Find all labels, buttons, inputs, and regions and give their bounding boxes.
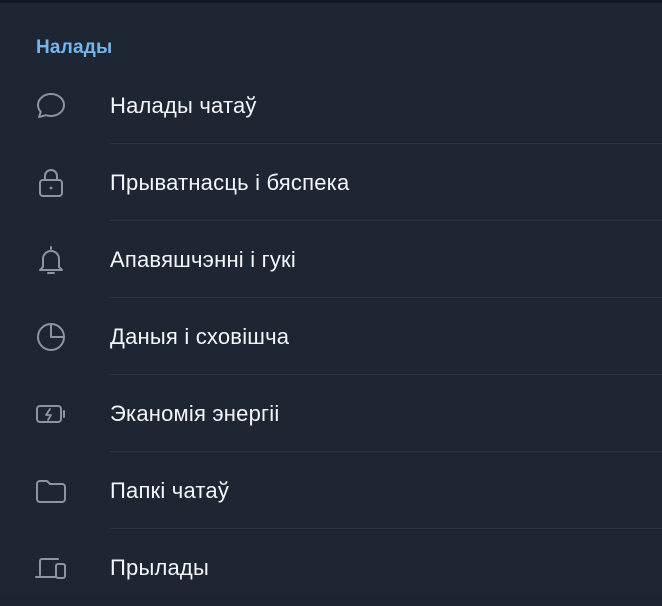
settings-menu: Налады чатаў Прыватнасць і бяспека Апавя… [0, 67, 662, 606]
menu-item-chat-folders[interactable]: Папкі чатаў [0, 452, 662, 529]
devices-icon [33, 550, 69, 586]
menu-item-label: Прыватнасць і бяспека [110, 169, 350, 195]
menu-item-label: Налады чатаў [110, 92, 257, 118]
menu-item-chat-settings[interactable]: Налады чатаў [0, 67, 662, 144]
battery-bolt-icon [33, 396, 69, 432]
menu-item-devices[interactable]: Прылады [0, 529, 662, 606]
menu-item-privacy-security[interactable]: Прыватнасць і бяспека [0, 144, 662, 221]
menu-item-label: Папкі чатаў [110, 477, 230, 503]
menu-item-label: Апавяшчэнні і гукі [110, 246, 296, 272]
menu-item-label: Прылады [110, 554, 209, 580]
menu-item-label: Даныя і сховішча [110, 323, 290, 349]
folder-icon [33, 473, 69, 509]
bell-icon [33, 242, 69, 278]
pie-chart-icon [33, 319, 69, 355]
chat-bubble-icon [33, 88, 69, 124]
menu-item-label: Эканомія энергіі [110, 400, 280, 426]
menu-item-data-storage[interactable]: Даныя і сховішча [0, 298, 662, 375]
section-title: Налады [36, 37, 113, 58]
settings-section: Налады Налады чатаў Прыватнасць і бяспек… [0, 3, 662, 594]
menu-item-power-saving[interactable]: Эканомія энергіі [0, 375, 662, 452]
lock-icon [33, 165, 69, 201]
menu-item-notifications-sounds[interactable]: Апавяшчэнні і гукі [0, 221, 662, 298]
